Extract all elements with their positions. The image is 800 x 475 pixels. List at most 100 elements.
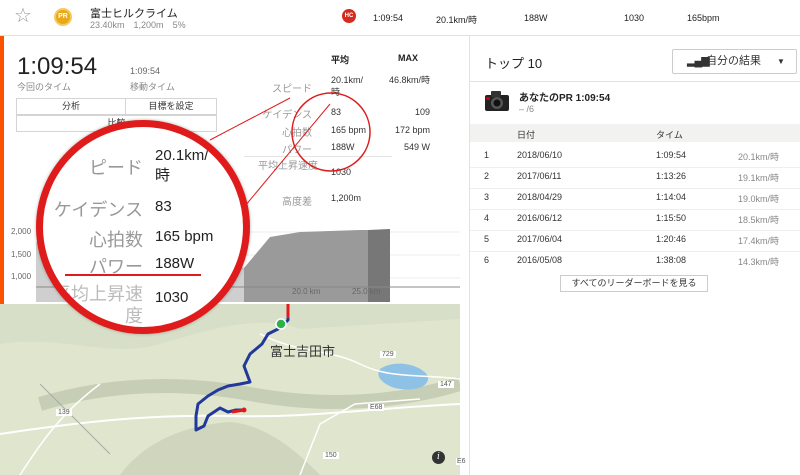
segment-elevation: 1,200m bbox=[133, 20, 164, 30]
effort-date[interactable]: 2017/06/11 bbox=[517, 171, 561, 181]
rank: 4 bbox=[484, 213, 490, 223]
effort-date[interactable]: 2017/06/04 bbox=[517, 234, 562, 244]
header-vam: 1030 bbox=[624, 13, 645, 23]
mag-power-underline bbox=[65, 274, 201, 276]
leaderboard-header: 日付 タイム bbox=[470, 124, 800, 142]
effort-speed: 20.1km/時 bbox=[738, 152, 780, 162]
chevron-down-icon: ▼ bbox=[777, 57, 785, 66]
mag-cadence-label: ケイデンス bbox=[53, 200, 143, 220]
my-pr-rank: – /6 bbox=[519, 104, 535, 114]
mag-speed-label: ピード bbox=[89, 158, 143, 178]
row-separator bbox=[470, 167, 800, 168]
effort-time: 1:14:04 bbox=[656, 192, 687, 202]
leaderboard-row[interactable]: 1 2018/06/10 1:09:54 20.1km/時 bbox=[470, 145, 800, 166]
effort-time: 1:13:26 bbox=[656, 171, 687, 181]
speed-max: 46.8km/時 bbox=[388, 75, 430, 85]
effort-speed: 17.4km/時 bbox=[738, 236, 780, 246]
effort-time: 1:38:08 bbox=[656, 255, 687, 265]
row-separator bbox=[470, 230, 800, 231]
info-icon[interactable]: i bbox=[432, 451, 445, 464]
road-label-139: 139 bbox=[56, 409, 72, 416]
see-all-leaderboards-button[interactable]: すべてのリーダーボードを見る bbox=[560, 275, 708, 292]
header-speed: 20.1km/時 bbox=[436, 15, 478, 25]
header-power: 188W bbox=[524, 13, 548, 23]
mag-heart-rate-label: 心拍数 bbox=[89, 230, 143, 250]
date-column-header: 日付 bbox=[517, 130, 536, 140]
row-separator bbox=[470, 188, 800, 189]
effort-speed: 14.3km/時 bbox=[738, 257, 780, 267]
y-tick-1500: 1,500 bbox=[11, 250, 32, 259]
power-avg: 188W bbox=[331, 142, 355, 152]
rank: 6 bbox=[484, 255, 490, 265]
my-pr-title[interactable]: あなたのPR 1:09:54 bbox=[519, 89, 610, 104]
y-tick-1000: 1,000 bbox=[11, 272, 32, 281]
row-separator bbox=[470, 209, 800, 210]
segment-distance: 23.40km bbox=[90, 20, 125, 30]
y-tick-2000: 2,000 bbox=[11, 227, 32, 236]
x-tick-20km: 20.0 km bbox=[292, 287, 321, 296]
vam-avg: 1030 bbox=[331, 167, 352, 177]
road-label-e68: E68 bbox=[368, 404, 385, 411]
heart-rate-avg: 165 bpm bbox=[331, 125, 367, 135]
elapsed-time-label: 今回のタイム bbox=[17, 82, 71, 92]
road-label-729: 729 bbox=[380, 351, 396, 358]
end-marker[interactable] bbox=[241, 407, 247, 413]
results-filter-label: 自分の結果 bbox=[706, 55, 761, 67]
leaderboard-row[interactable]: 3 2018/04/29 1:14:04 19.0km/時 bbox=[470, 187, 800, 208]
power-max: 549 W bbox=[403, 142, 430, 152]
magnifier-callout: ピード 20.1km/時 ケイデンス 83 心拍数 165 bpm パワー 18… bbox=[36, 120, 250, 334]
cadence-avg: 83 bbox=[331, 107, 342, 117]
analyze-button[interactable]: 分析 bbox=[16, 98, 126, 115]
leaderboard-row[interactable]: 5 2017/06/04 1:20:46 17.4km/時 bbox=[470, 229, 800, 250]
effort-date[interactable]: 2018/06/10 bbox=[517, 150, 562, 160]
effort-time: 1:20:46 bbox=[656, 234, 687, 244]
rank: 5 bbox=[484, 234, 490, 244]
road-label-e6: E6 bbox=[456, 458, 467, 465]
moving-time-label: 移動タイム bbox=[130, 82, 175, 92]
mag-power-value: 188W bbox=[155, 255, 195, 272]
moving-time: 1:09:54 bbox=[130, 66, 161, 76]
elevation-diff-value: 1,200m bbox=[331, 193, 362, 203]
speed-avg: 20.1km/時 bbox=[331, 75, 364, 97]
vam-label: 平均上昇速度 bbox=[258, 161, 318, 172]
road-label-147: 147 bbox=[438, 381, 454, 388]
power-label: パワー bbox=[282, 145, 312, 156]
effort-date[interactable]: 2016/06/12 bbox=[517, 213, 562, 223]
segment-grade: 5% bbox=[172, 20, 186, 30]
effort-time: 1:15:50 bbox=[656, 213, 687, 223]
effort-time: 1:09:54 bbox=[656, 150, 687, 160]
heart-rate-label: 心拍数 bbox=[282, 128, 312, 139]
max-column-header: MAX bbox=[398, 53, 418, 63]
mag-cadence-value: 83 bbox=[155, 198, 172, 215]
top10-title: トップ 10 bbox=[485, 56, 543, 71]
set-goal-button[interactable]: 目標を設定 bbox=[125, 98, 217, 115]
leaderboard-row[interactable]: 4 2016/06/12 1:15:50 18.5km/時 bbox=[470, 208, 800, 229]
elapsed-time: 1:09:54 bbox=[17, 53, 98, 80]
effort-date[interactable]: 2018/04/29 bbox=[517, 192, 562, 202]
stats-divider bbox=[244, 156, 392, 157]
mag-speed-value: 20.1km/時 bbox=[155, 147, 209, 184]
rank: 2 bbox=[484, 171, 490, 181]
mag-heart-rate-value: 165 bpm bbox=[155, 228, 214, 245]
effort-speed: 19.1km/時 bbox=[738, 173, 780, 183]
time-column-header: タイム bbox=[656, 130, 683, 140]
road-label-150: 150 bbox=[323, 452, 339, 459]
results-filter-dropdown[interactable]: ▂▄▆ 自分の結果 ▼ bbox=[672, 49, 797, 74]
leaderboard-row[interactable]: 6 2016/05/08 1:38:08 14.3km/時 bbox=[470, 250, 800, 271]
cadence-max: 109 bbox=[414, 107, 430, 117]
star-icon[interactable]: ☆ bbox=[14, 6, 32, 26]
start-marker[interactable] bbox=[275, 318, 287, 330]
row-separator bbox=[470, 251, 800, 252]
avg-column-header: 平均 bbox=[331, 55, 350, 65]
segment-name[interactable]: 富士ヒルクライム bbox=[90, 5, 178, 21]
effort-date[interactable]: 2016/05/08 bbox=[517, 255, 562, 265]
header-heart-rate: 165bpm bbox=[687, 13, 720, 23]
avatar[interactable] bbox=[484, 89, 510, 113]
hc-category-icon: HC bbox=[342, 9, 356, 23]
cadence-label: ケイデンス bbox=[262, 110, 312, 121]
effort-speed: 18.5km/時 bbox=[738, 215, 780, 225]
mag-vam-value: 1030 bbox=[155, 289, 189, 306]
header-time: 1:09:54 bbox=[373, 13, 404, 23]
leaderboard-row[interactable]: 2 2017/06/11 1:13:26 19.1km/時 bbox=[470, 166, 800, 187]
route-map[interactable] bbox=[0, 304, 460, 475]
